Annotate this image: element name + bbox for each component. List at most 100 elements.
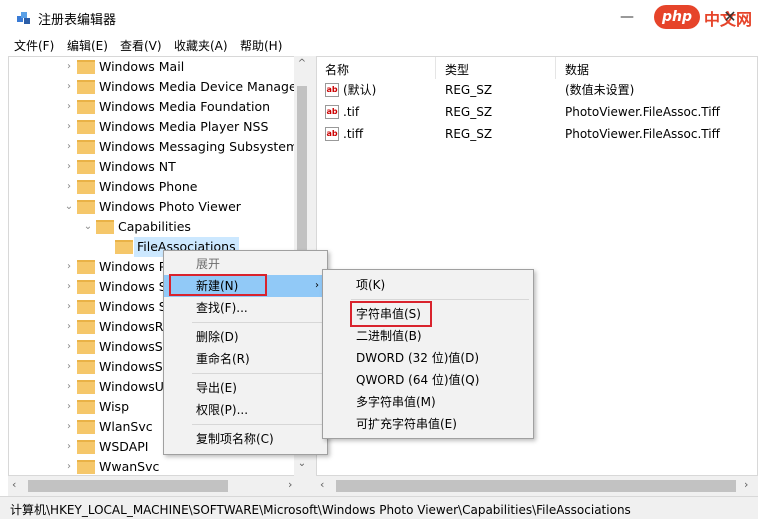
menu-file[interactable]: 文件(F) xyxy=(14,37,54,54)
menu-item-binary-value[interactable]: 二进制值(B) xyxy=(323,325,533,347)
collapsed-chevron-icon[interactable]: › xyxy=(63,417,75,437)
menu-separator xyxy=(351,299,529,300)
value-data: (数值未设置) xyxy=(565,83,635,97)
menu-item-copy-key-name[interactable]: 复制项名称(C) xyxy=(164,428,327,450)
highlight-box xyxy=(169,274,267,296)
tree-item-label: Capabilities xyxy=(118,219,191,234)
folder-icon xyxy=(96,220,114,234)
tree-item-label: Windows Media Foundation xyxy=(99,99,271,114)
expanded-chevron-icon[interactable]: ⌄ xyxy=(82,217,94,237)
folder-icon xyxy=(77,300,95,314)
close-button[interactable]: ✕ xyxy=(715,4,745,30)
scroll-right-icon[interactable]: › xyxy=(288,478,292,491)
string-value-icon: ab xyxy=(325,83,339,97)
list-horizontal-scrollbar[interactable]: ‹ › xyxy=(316,476,758,496)
collapsed-chevron-icon[interactable]: › xyxy=(63,277,75,297)
value-row[interactable]: ab (默认) REG_SZ (数值未设置) xyxy=(317,79,757,101)
minimize-button[interactable]: — xyxy=(612,4,642,30)
expanded-chevron-icon[interactable]: ⌄ xyxy=(63,197,75,217)
context-menu: 展开 新建(N) › 查找(F)... 删除(D) 重命名(R) 导出(E) 权… xyxy=(163,250,328,455)
collapsed-chevron-icon[interactable]: › xyxy=(63,117,75,137)
value-row[interactable]: ab .tiff REG_SZ PhotoViewer.FileAssoc.Ti… xyxy=(317,123,757,145)
tree-item-label: WwanSvc xyxy=(99,459,160,474)
regedit-app-icon xyxy=(17,12,30,24)
menu-help[interactable]: 帮助(H) xyxy=(240,37,282,54)
scroll-left-icon[interactable]: ‹ xyxy=(12,478,16,491)
scroll-up-icon[interactable]: ^ xyxy=(296,58,308,69)
column-header-type[interactable]: 类型 xyxy=(445,61,469,78)
menu-item-dword-value[interactable]: DWORD (32 位)值(D) xyxy=(323,347,533,369)
window-title: 注册表编辑器 xyxy=(38,13,117,28)
menu-item-expandable-string-value[interactable]: 可扩充字符串值(E) xyxy=(323,413,533,435)
menu-item-multi-string-value[interactable]: 多字符串值(M) xyxy=(323,391,533,413)
folder-icon xyxy=(77,320,95,334)
value-data: PhotoViewer.FileAssoc.Tiff xyxy=(565,127,720,141)
folder-icon xyxy=(77,160,95,174)
new-submenu: 项(K) 字符串值(S) 二进制值(B) DWORD (32 位)值(D) QW… xyxy=(322,269,534,439)
folder-icon xyxy=(115,240,133,254)
collapsed-chevron-icon[interactable]: › xyxy=(63,297,75,317)
menu-item-qword-value[interactable]: QWORD (64 位)值(Q) xyxy=(323,369,533,391)
value-type: REG_SZ xyxy=(445,83,493,97)
scroll-thumb[interactable] xyxy=(28,480,228,492)
menu-item-expand[interactable]: 展开 xyxy=(164,253,327,275)
column-divider[interactable] xyxy=(435,57,436,79)
menu-item-delete[interactable]: 删除(D) xyxy=(164,326,327,348)
collapsed-chevron-icon[interactable]: › xyxy=(63,317,75,337)
menu-edit[interactable]: 编辑(E) xyxy=(67,37,108,54)
title-bar: 注册表编辑器 — php 中文网 ✕ xyxy=(0,0,758,34)
collapsed-chevron-icon[interactable]: › xyxy=(63,337,75,357)
value-row[interactable]: ab .tif REG_SZ PhotoViewer.FileAssoc.Tif… xyxy=(317,101,757,123)
menu-favorites[interactable]: 收藏夹(A) xyxy=(174,37,228,54)
tree-item-label: WlanSvc xyxy=(99,419,153,434)
submenu-arrow-icon: › xyxy=(315,280,319,291)
string-value-icon: ab xyxy=(325,105,339,119)
collapsed-chevron-icon[interactable]: › xyxy=(63,257,75,277)
scroll-left-icon[interactable]: ‹ xyxy=(320,478,324,491)
collapsed-chevron-icon[interactable]: › xyxy=(63,77,75,97)
collapsed-chevron-icon[interactable]: › xyxy=(63,177,75,197)
string-value-icon: ab xyxy=(325,127,339,141)
column-divider[interactable] xyxy=(555,57,556,79)
collapsed-chevron-icon[interactable]: › xyxy=(63,457,75,475)
scroll-right-icon[interactable]: › xyxy=(744,478,748,491)
scroll-down-icon[interactable]: ⌄ xyxy=(296,458,308,469)
menu-separator xyxy=(192,373,323,374)
menu-item-export[interactable]: 导出(E) xyxy=(164,377,327,399)
tree-item-label: Windows Messaging Subsystem xyxy=(99,139,299,154)
scroll-thumb[interactable] xyxy=(297,86,307,276)
value-type: REG_SZ xyxy=(445,127,493,141)
menu-item-rename[interactable]: 重命名(R) xyxy=(164,348,327,370)
tree-horizontal-scrollbar[interactable]: ‹ › xyxy=(8,476,310,496)
folder-icon xyxy=(77,120,95,134)
tree-item-label: Windows Phone xyxy=(99,179,198,194)
tree-item-label: Windows NT xyxy=(99,159,176,174)
collapsed-chevron-icon[interactable]: › xyxy=(63,57,75,77)
value-name: .tif xyxy=(343,105,360,119)
column-header-name[interactable]: 名称 xyxy=(325,61,349,78)
collapsed-chevron-icon[interactable]: › xyxy=(63,357,75,377)
menu-item-key[interactable]: 项(K) xyxy=(323,274,533,296)
folder-icon xyxy=(77,440,95,454)
tree-item-label: WSDAPI xyxy=(99,439,149,454)
folder-icon xyxy=(77,340,95,354)
value-type: REG_SZ xyxy=(445,105,493,119)
folder-icon xyxy=(77,260,95,274)
tree-item-label: Wisp xyxy=(99,399,130,414)
folder-icon xyxy=(77,180,95,194)
menu-item-permissions[interactable]: 权限(P)... xyxy=(164,399,327,421)
scroll-thumb[interactable] xyxy=(336,480,736,492)
collapsed-chevron-icon[interactable]: › xyxy=(63,437,75,457)
value-data: PhotoViewer.FileAssoc.Tiff xyxy=(565,105,720,119)
collapsed-chevron-icon[interactable]: › xyxy=(63,137,75,157)
menu-item-find[interactable]: 查找(F)... xyxy=(164,297,327,319)
collapsed-chevron-icon[interactable]: › xyxy=(63,377,75,397)
menu-separator xyxy=(192,322,323,323)
column-header-data[interactable]: 数据 xyxy=(565,61,589,78)
folder-icon xyxy=(77,140,95,154)
collapsed-chevron-icon[interactable]: › xyxy=(63,157,75,177)
collapsed-chevron-icon[interactable]: › xyxy=(63,397,75,417)
collapsed-chevron-icon[interactable]: › xyxy=(63,97,75,117)
menu-view[interactable]: 查看(V) xyxy=(120,37,162,54)
folder-icon xyxy=(77,60,95,74)
